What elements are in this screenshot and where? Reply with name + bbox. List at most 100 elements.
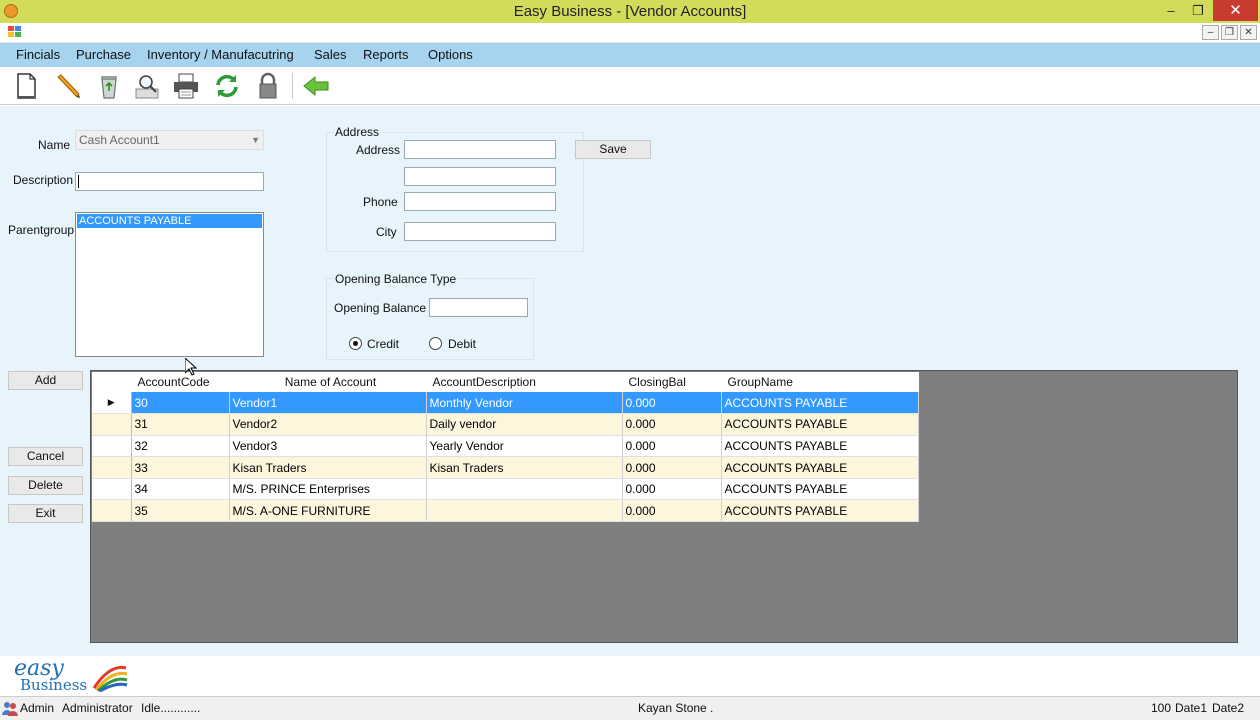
column-header[interactable]: AccountCode	[131, 372, 230, 392]
table-cell[interactable]: ACCOUNTS PAYABLE	[721, 413, 919, 436]
menu-sales[interactable]: Sales	[314, 47, 347, 62]
chevron-down-icon[interactable]: ▼	[251, 135, 260, 145]
table-cell[interactable]: ACCOUNTS PAYABLE	[721, 456, 919, 479]
address-group-label: Address	[334, 125, 381, 139]
column-header[interactable]: Name of Account	[229, 372, 427, 392]
address-line2-input[interactable]	[404, 167, 556, 186]
table-cell[interactable]: Daily vendor	[426, 413, 623, 436]
table-cell[interactable]: 31	[131, 413, 230, 436]
close-button[interactable]: ✕	[1213, 0, 1258, 21]
status-date2: Date2	[1212, 701, 1245, 715]
table-row[interactable]: 32 Vendor3 Yearly Vendor 0.000 ACCOUNTS PAYA…	[92, 435, 919, 458]
refresh-icon[interactable]	[211, 70, 243, 102]
table-row[interactable]: 33 Kisan Traders Kisan Traders 0.000 ACCOUNT…	[92, 456, 919, 479]
table-cell[interactable]: Kisan Traders	[426, 456, 623, 479]
table-cell[interactable]	[426, 499, 623, 523]
table-cell[interactable]: 0.000	[622, 413, 722, 436]
menu-options[interactable]: Options	[428, 47, 473, 62]
recycle-bin-icon[interactable]	[93, 70, 125, 102]
table-cell[interactable]: 0.000	[622, 499, 722, 523]
table-cell[interactable]: 0.000	[622, 435, 722, 458]
row-header[interactable]	[92, 499, 132, 523]
debit-radio[interactable]	[429, 337, 442, 350]
opening-balance-input[interactable]	[429, 298, 528, 317]
text-caret	[78, 175, 79, 188]
table-cell[interactable]: ACCOUNTS PAYABLE	[721, 499, 919, 523]
cancel-button[interactable]: Cancel	[8, 447, 83, 466]
table-cell[interactable]: 30	[131, 392, 230, 415]
accounts-grid[interactable]: AccountCode Name of Account AccountDescr…	[90, 370, 1238, 643]
name-combobox[interactable]: Cash Account1 ▼	[75, 130, 264, 150]
row-header[interactable]	[92, 413, 132, 436]
lock-icon[interactable]	[252, 70, 284, 102]
table-cell[interactable]: ACCOUNTS PAYABLE	[721, 478, 919, 501]
minimize-button[interactable]: –	[1160, 0, 1182, 21]
column-header[interactable]: ClosingBal	[622, 372, 722, 392]
table-cell[interactable]: Vendor3	[229, 435, 427, 458]
add-button[interactable]: Add	[8, 371, 83, 390]
edit-pencil-icon[interactable]	[52, 70, 84, 102]
table-row[interactable]: 31 Vendor2 Daily vendor 0.000 ACCOUNTS PAYAB…	[92, 413, 919, 436]
credit-radio[interactable]	[349, 337, 362, 350]
exit-button[interactable]: Exit	[8, 504, 83, 523]
logo-swoosh-icon	[92, 665, 128, 692]
opening-balance-type-label: Opening Balance Type	[334, 272, 458, 286]
child-minimize-button[interactable]: –	[1202, 25, 1219, 40]
menu-reports[interactable]: Reports	[363, 47, 409, 62]
table-cell[interactable]: 0.000	[622, 478, 722, 501]
table-cell[interactable]: Yearly Vendor	[426, 435, 623, 458]
city-label: City	[376, 225, 397, 239]
new-document-icon[interactable]	[10, 70, 42, 102]
footer: easy Business	[0, 656, 1260, 696]
menu-purchase[interactable]: Purchase	[76, 47, 131, 62]
table-cell[interactable]: Kisan Traders	[229, 456, 427, 479]
menu-fincials[interactable]: Fincials	[16, 47, 60, 62]
row-header[interactable]	[92, 478, 132, 501]
status-bar: Admin Administrator Idle............ Kay…	[0, 696, 1260, 720]
save-button[interactable]: Save	[575, 140, 651, 159]
menu-bar: Fincials Purchase Inventory / Manufacutr…	[0, 43, 1260, 67]
back-arrow-icon[interactable]	[300, 70, 332, 102]
table-cell[interactable]: Monthly Vendor	[426, 392, 623, 415]
toolbar-separator	[292, 73, 293, 99]
table-cell[interactable]: ACCOUNTS PAYABLE	[721, 392, 919, 415]
row-header[interactable]	[92, 456, 132, 479]
address-input[interactable]	[404, 140, 556, 159]
table-cell[interactable]: ACCOUNTS PAYABLE	[721, 435, 919, 458]
parentgroup-listbox[interactable]: ACCOUNTS PAYABLE	[75, 212, 264, 357]
menu-inventory[interactable]: Inventory / Manufacutring	[147, 47, 294, 62]
description-input[interactable]	[75, 172, 264, 191]
opening-balance-label: Opening Balance	[334, 301, 427, 315]
restore-button[interactable]: ❐	[1187, 0, 1209, 21]
table-cell[interactable]: Vendor2	[229, 413, 427, 436]
city-input[interactable]	[404, 222, 556, 241]
child-window-icon[interactable]	[8, 26, 22, 38]
description-label: Description	[13, 173, 74, 187]
table-cell[interactable]: 32	[131, 435, 230, 458]
search-magnifier-icon[interactable]	[131, 70, 163, 102]
grid-body: ▶ 30 Vendor1 Monthly Vendor 0.000 ACCOUNTS PA…	[92, 392, 919, 523]
printer-icon[interactable]	[170, 70, 202, 102]
table-cell[interactable]	[426, 478, 623, 501]
table-row[interactable]: 34 M/S. PRINCE Enterprises 0.000 ACCOUNTS P…	[92, 478, 919, 501]
delete-button[interactable]: Delete	[8, 476, 83, 495]
column-header[interactable]: AccountDescription	[426, 372, 623, 392]
table-cell[interactable]: M/S. A-ONE FURNITURE	[229, 499, 427, 523]
table-cell[interactable]: Vendor1	[229, 392, 427, 415]
phone-input[interactable]	[404, 192, 556, 211]
row-header[interactable]: ▶	[92, 392, 132, 415]
parentgroup-item-selected[interactable]: ACCOUNTS PAYABLE	[77, 214, 262, 228]
table-cell[interactable]: 0.000	[622, 392, 722, 415]
table-row[interactable]: ▶ 30 Vendor1 Monthly Vendor 0.000 ACCOUNTS PA…	[92, 392, 919, 415]
current-row-arrow-icon: ▶	[107, 397, 115, 408]
child-restore-button[interactable]: ❐	[1221, 25, 1238, 40]
column-header[interactable]: GroupName	[721, 372, 919, 392]
row-header[interactable]	[92, 435, 132, 458]
child-close-button[interactable]: ✕	[1240, 25, 1257, 40]
table-cell[interactable]: 35	[131, 499, 230, 523]
table-row[interactable]: 35 M/S. A-ONE FURNITURE 0.000 ACCOUNTS PAYA…	[92, 499, 919, 523]
table-cell[interactable]: 33	[131, 456, 230, 479]
table-cell[interactable]: M/S. PRINCE Enterprises	[229, 478, 427, 501]
table-cell[interactable]: 34	[131, 478, 230, 501]
table-cell[interactable]: 0.000	[622, 456, 722, 479]
